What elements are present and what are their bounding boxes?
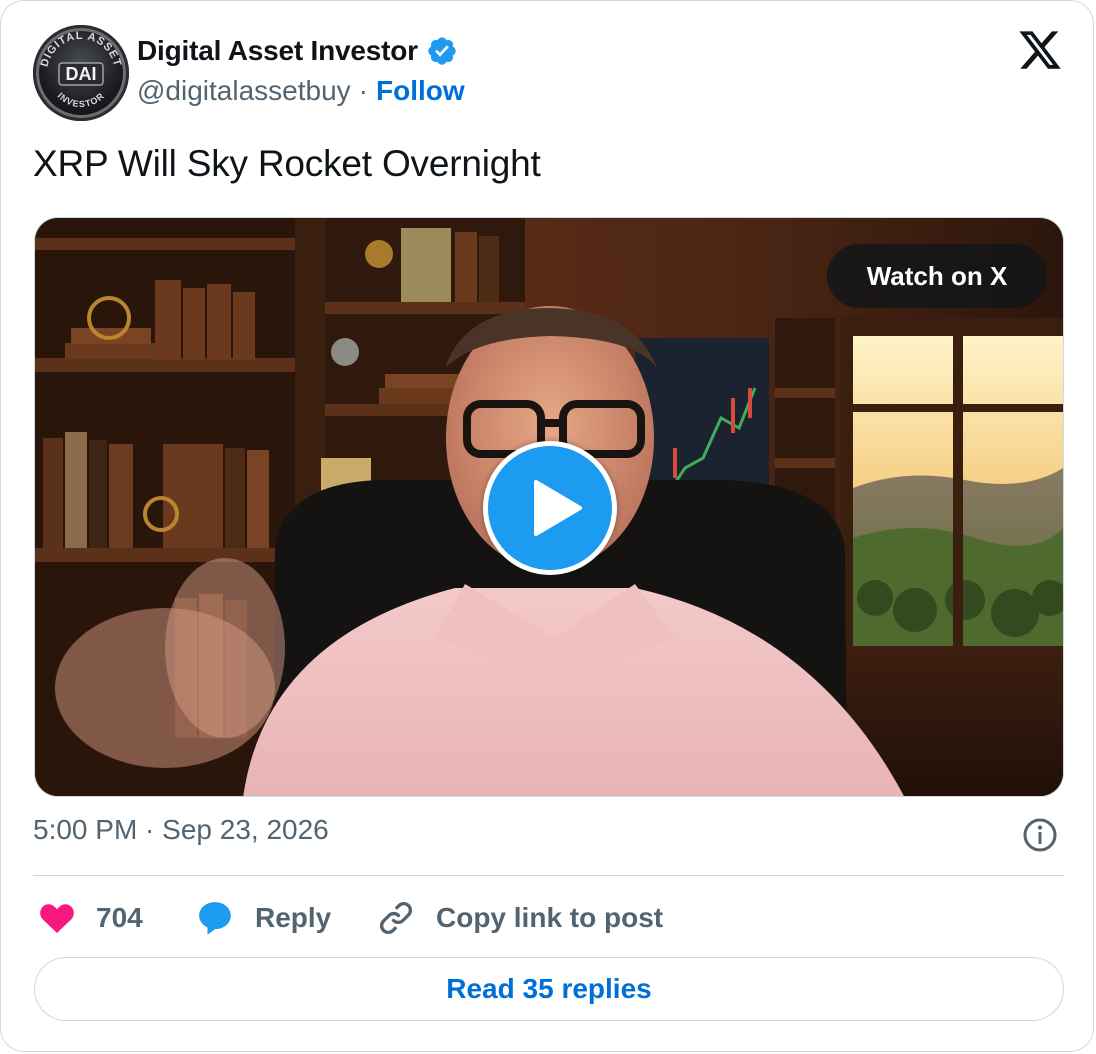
avatar-bottom-text: INVESTOR bbox=[56, 90, 106, 109]
dai-logo: DIGITAL ASSET INVESTOR DAI bbox=[39, 30, 123, 109]
copy-link-label: Copy link to post bbox=[436, 902, 664, 933]
play-button[interactable] bbox=[483, 441, 617, 575]
like-button[interactable]: 704 bbox=[38, 894, 143, 942]
x-logo-icon[interactable] bbox=[1017, 27, 1063, 73]
play-icon bbox=[534, 480, 582, 536]
author-handle-row: @digitalassetbuy · Follow bbox=[137, 71, 465, 111]
post-text: XRP Will Sky Rocket Overnight bbox=[33, 143, 541, 184]
heart-icon bbox=[40, 904, 74, 934]
embedded-post-card: DIGITAL ASSET INVESTOR DAI Digital Asset… bbox=[0, 0, 1094, 1052]
author-handle[interactable]: @digitalassetbuy bbox=[137, 75, 351, 107]
author-avatar[interactable]: DIGITAL ASSET INVESTOR DAI bbox=[33, 25, 129, 121]
copy-link-button[interactable]: Copy link to post bbox=[376, 894, 663, 942]
verified-badge-icon bbox=[428, 37, 456, 65]
author-display-name[interactable]: Digital Asset Investor bbox=[137, 35, 418, 67]
reply-bubble-icon bbox=[199, 902, 231, 935]
link-icon bbox=[380, 902, 412, 934]
watch-on-x-button[interactable]: Watch on X bbox=[827, 244, 1047, 308]
info-icon[interactable] bbox=[1022, 817, 1058, 853]
like-count: 704 bbox=[96, 902, 143, 933]
reply-button[interactable]: Reply bbox=[195, 894, 331, 942]
divider bbox=[33, 875, 1064, 876]
author-name-row: Digital Asset Investor bbox=[137, 31, 458, 71]
svg-text:INVESTOR: INVESTOR bbox=[56, 90, 107, 109]
separator: · bbox=[358, 75, 368, 106]
follow-link[interactable]: Follow bbox=[376, 75, 465, 107]
video-player[interactable]: Watch on X bbox=[34, 217, 1064, 797]
read-replies-button[interactable]: Read 35 replies bbox=[34, 957, 1064, 1021]
reply-label: Reply bbox=[255, 902, 332, 933]
post-timestamp[interactable]: 5:00 PM · Sep 23, 2026 bbox=[33, 814, 329, 846]
avatar-center-text: DAI bbox=[66, 64, 97, 84]
